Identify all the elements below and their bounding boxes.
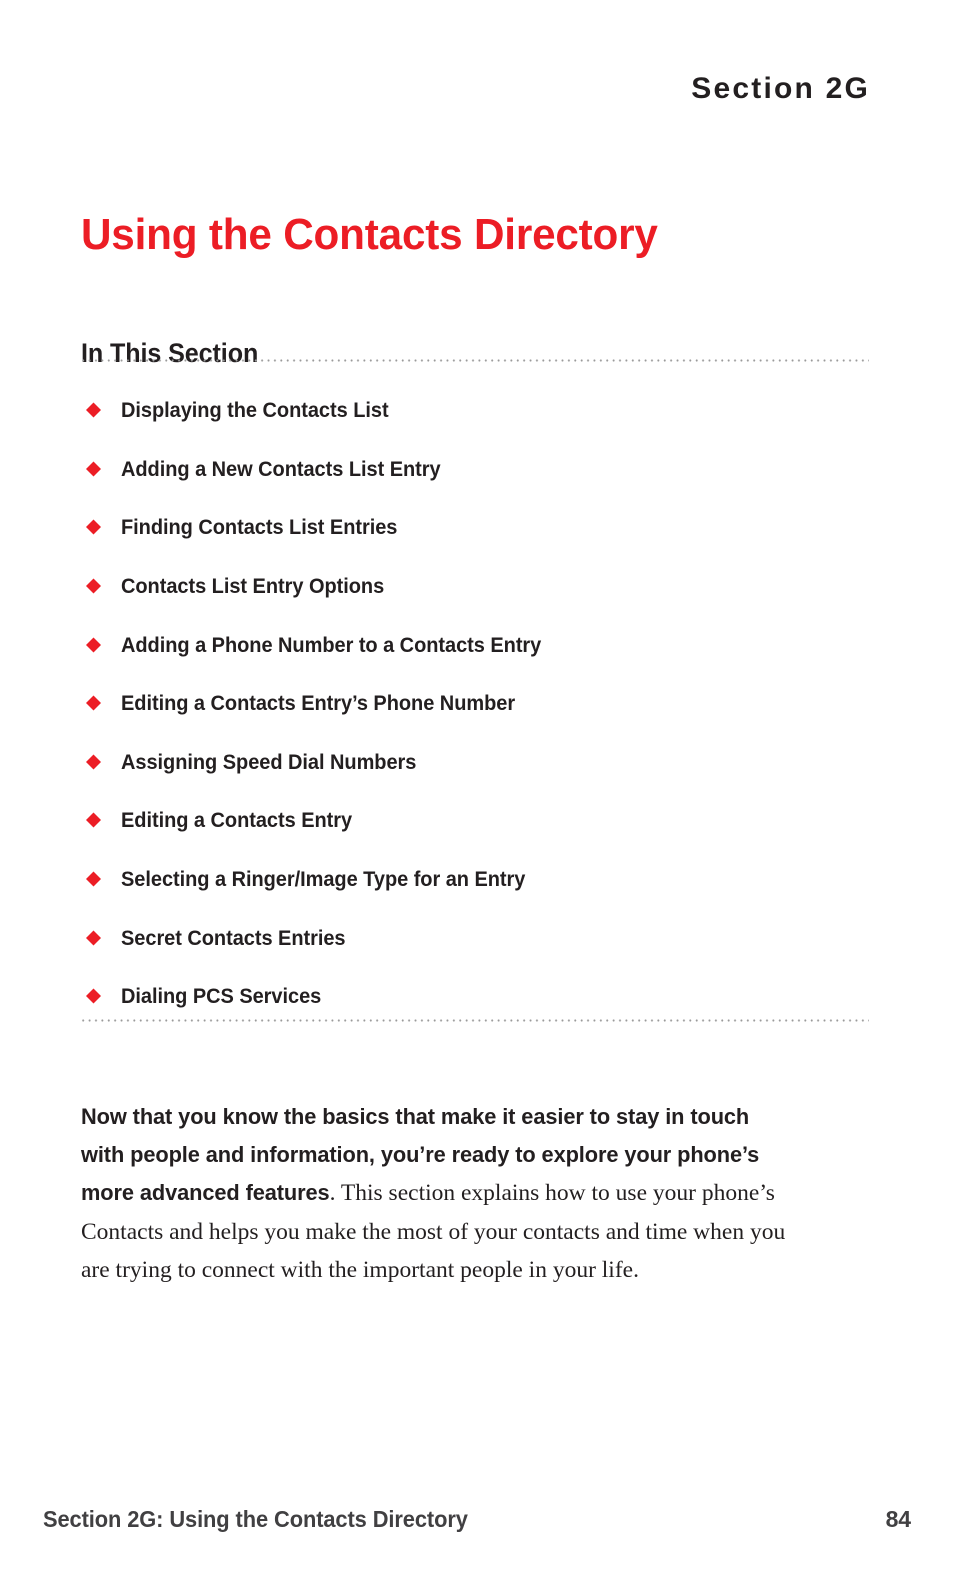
section-label: Section 2G <box>691 72 870 105</box>
page-number: 84 <box>885 1506 911 1532</box>
divider-top <box>80 359 869 362</box>
document-page: Section 2G Using the Contacts Directory … <box>0 0 954 1590</box>
in-this-section-heading: In This Section <box>81 338 259 369</box>
page-title: Using the Contacts Directory <box>81 210 658 260</box>
diamond-bullet-icon <box>86 461 101 477</box>
list-item-label: Adding a New Contacts List Entry <box>121 456 441 481</box>
list-item-label: Editing a Contacts Entry <box>121 808 353 833</box>
list-item[interactable]: Secret Contacts Entries <box>80 908 880 967</box>
diamond-bullet-icon <box>86 930 101 946</box>
list-item-label: Dialing PCS Services <box>121 984 322 1009</box>
list-item-label: Adding a Phone Number to a Contacts Entr… <box>121 632 542 657</box>
list-item[interactable]: Displaying the Contacts List <box>80 381 880 440</box>
diamond-bullet-icon <box>86 988 101 1004</box>
list-item[interactable]: Contacts List Entry Options <box>80 557 880 616</box>
list-item[interactable]: Adding a Phone Number to a Contacts Entr… <box>80 615 880 674</box>
list-item[interactable]: Dialing PCS Services <box>80 967 880 1026</box>
list-item-label: Displaying the Contacts List <box>121 398 389 423</box>
diamond-bullet-icon <box>86 519 101 535</box>
list-item[interactable]: Editing a Contacts Entry’s Phone Number <box>80 674 880 733</box>
list-item[interactable]: Selecting a Ringer/Image Type for an Ent… <box>80 850 880 909</box>
list-item-label: Editing a Contacts Entry’s Phone Number <box>121 691 516 716</box>
page-footer: Section 2G: Using the Contacts Directory… <box>43 1505 911 1533</box>
diamond-bullet-icon <box>86 812 101 828</box>
diamond-bullet-icon <box>86 871 101 887</box>
intro-paragraph: Now that you know the basics that make i… <box>81 1098 793 1289</box>
diamond-bullet-icon <box>86 754 101 770</box>
table-of-contents-list: Displaying the Contacts List Adding a Ne… <box>80 381 880 1026</box>
diamond-bullet-icon <box>86 637 101 653</box>
diamond-bullet-icon <box>86 695 101 711</box>
list-item-label: Contacts List Entry Options <box>121 574 385 599</box>
list-item-label: Selecting a Ringer/Image Type for an Ent… <box>121 867 526 892</box>
list-item-label: Finding Contacts List Entries <box>121 515 398 540</box>
list-item[interactable]: Finding Contacts List Entries <box>80 498 880 557</box>
divider-bottom <box>80 1019 869 1022</box>
diamond-bullet-icon <box>86 402 101 418</box>
list-item-label: Secret Contacts Entries <box>121 925 346 950</box>
list-item[interactable]: Assigning Speed Dial Numbers <box>80 733 880 792</box>
diamond-bullet-icon <box>86 578 101 594</box>
list-item[interactable]: Editing a Contacts Entry <box>80 791 880 850</box>
list-item-label: Assigning Speed Dial Numbers <box>121 749 417 774</box>
footer-section-title: Section 2G: Using the Contacts Directory <box>43 1506 468 1532</box>
list-item[interactable]: Adding a New Contacts List Entry <box>80 440 880 499</box>
